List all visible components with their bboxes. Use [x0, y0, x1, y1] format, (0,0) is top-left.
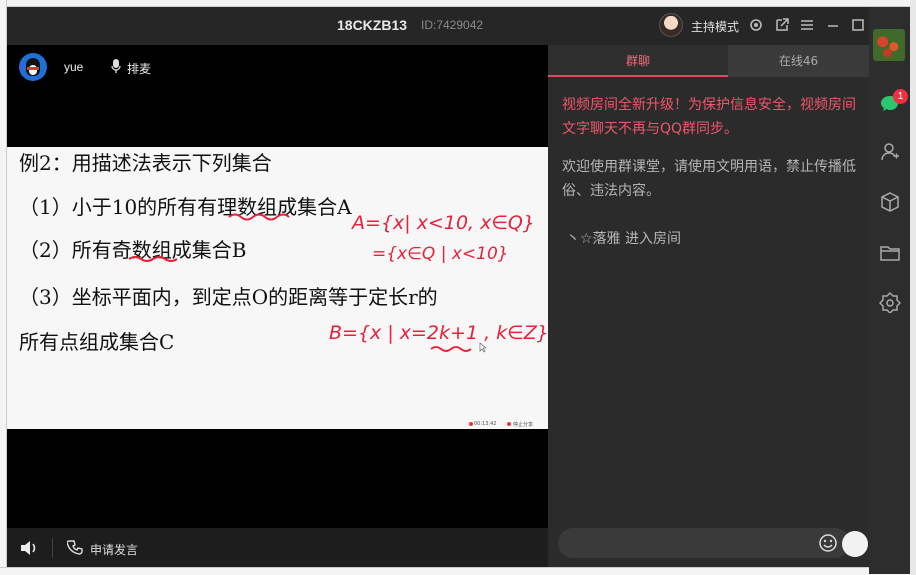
apply-speak-button[interactable]: 申请发言: [90, 541, 138, 558]
menu-icon[interactable]: [799, 17, 815, 33]
ink-set-b: B={x | x=2k+1 , k∈Z}: [329, 322, 548, 344]
ink-set-a-line1: A={x| x<10, x∈Q}: [350, 212, 535, 234]
recording-dot-icon: [469, 422, 473, 426]
room-id: ID:7429042: [421, 18, 484, 32]
background-app-toolbar: [0, 0, 916, 7]
cursor-icon: [479, 342, 487, 353]
contacts-icon[interactable]: [879, 141, 901, 163]
group-class-window: 18CKZB13 ID:7429042 主持模式 yue 排麦 例2：用描述法表…: [7, 7, 869, 567]
maximize-icon[interactable]: [850, 17, 866, 33]
background-grid-edge: [0, 567, 916, 575]
minimize-icon[interactable]: [825, 17, 841, 33]
cube-icon[interactable]: [879, 191, 901, 213]
stop-share-button[interactable]: 停止分享: [513, 421, 533, 428]
popout-icon[interactable]: [774, 17, 790, 33]
mic-queue-button[interactable]: 排麦: [127, 60, 151, 77]
share-timer: 00:13:42: [474, 421, 497, 427]
speaker-icon[interactable]: [19, 539, 39, 557]
microphone-icon[interactable]: [110, 58, 122, 74]
background-right-edge: [910, 0, 916, 575]
send-button[interactable]: [842, 531, 868, 557]
video-area[interactable]: yue 排麦 例2：用描述法表示下列集合 （1）小于10的所有有理数组成集合A …: [7, 45, 548, 528]
background-row-gutter: [0, 0, 7, 575]
apps-icon[interactable]: [879, 291, 901, 313]
user-avatar[interactable]: [19, 53, 47, 81]
unread-badge: 1: [893, 89, 908, 104]
controls-divider: [52, 538, 53, 558]
profile-avatar[interactable]: [873, 29, 905, 61]
wavy-underline-odd: [128, 256, 178, 262]
title-bar[interactable]: 18CKZB13 ID:7429042 主持模式: [7, 7, 869, 45]
video-controls: 申请发言: [7, 528, 548, 567]
side-rail: 1: [869, 7, 910, 574]
phone-icon[interactable]: [67, 539, 85, 557]
chat-panel: 群聊 在线46 视频房间全新升级！为保护信息安全，视频房间文字聊天不再与QQ群同…: [548, 45, 869, 567]
chat-input[interactable]: [558, 528, 850, 558]
stop-share-dot-icon: [507, 422, 511, 426]
tab-group-chat[interactable]: 群聊: [548, 45, 728, 77]
settings-icon[interactable]: [748, 17, 764, 33]
user-joined-message: 丶☆落雅 进入房间: [566, 231, 682, 247]
shared-slide: 例2：用描述法表示下列集合 （1）小于10的所有有理数组成集合A （2）所有奇数…: [7, 147, 548, 429]
emoji-icon[interactable]: [818, 533, 838, 553]
wavy-underline-2k1: [430, 346, 472, 352]
ink-set-a-line2: ={x∈Q | x<10}: [372, 244, 509, 264]
welcome-message: 欢迎使用群课堂，请使用文明用语，禁止传播低俗、违法内容。: [562, 159, 856, 199]
host-mode-label[interactable]: 主持模式: [691, 18, 739, 35]
room-title: 18CKZB13: [337, 17, 408, 33]
tab-online-members[interactable]: 在线46: [728, 45, 869, 77]
host-avatar[interactable]: [659, 13, 683, 37]
presenter-name: yue: [64, 60, 84, 74]
folder-icon[interactable]: [879, 241, 901, 263]
handwritten-annotations: A={x| x<10, x∈Q} ={x∈Q | x<10} B={x | x=…: [128, 212, 548, 353]
wavy-underline-rational: [228, 213, 290, 221]
system-notice: 视频房间全新升级！为保护信息安全，视频房间文字聊天不再与QQ群同步。: [562, 97, 856, 137]
penguin-scarf: [27, 67, 39, 70]
